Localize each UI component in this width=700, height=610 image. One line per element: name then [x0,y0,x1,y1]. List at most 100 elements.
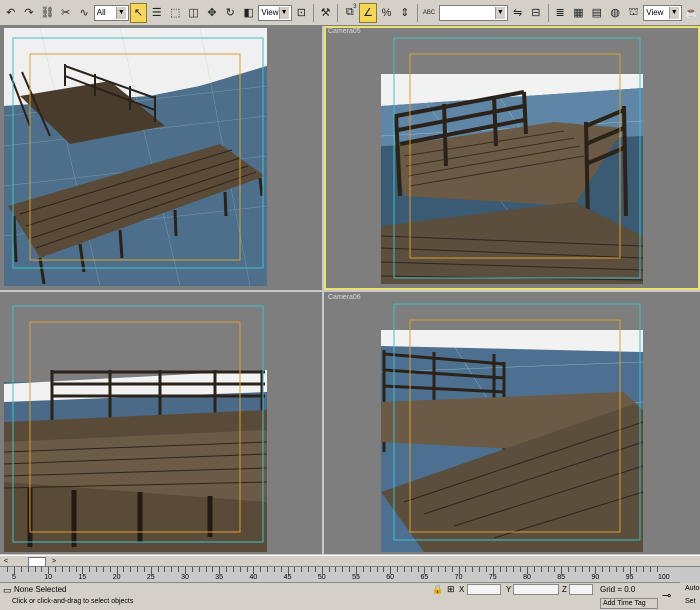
auto-key-button[interactable]: Auto [685,585,699,592]
trackbar-tick-label: 100 [657,574,670,581]
render-scene-icon[interactable]: ⛫ [625,3,642,23]
trackbar-tick [109,567,111,572]
trackbar-tick [82,567,84,574]
chevron-down-icon: ▼ [278,6,289,19]
x-coordinate-field[interactable] [467,584,501,595]
chevron-down-icon: ▼ [115,6,126,19]
trackbar-tick [246,567,248,572]
trackbar-tick [390,567,392,574]
trackbar-tick [397,567,399,572]
angle-snap-icon[interactable]: ∠ [359,2,377,23]
window-crossing-icon[interactable]: ◫ [185,3,202,23]
trackbar-tick [609,567,611,572]
trackbar-tick-label: 45 [283,574,292,581]
trackbar-tick [198,567,200,572]
set-key-icon[interactable]: ⊸ [662,589,671,602]
absolute-mode-icon[interactable]: ⊞ [447,584,455,595]
trackbar-tick [492,567,494,574]
material-editor-icon[interactable]: ◍ [607,3,624,23]
trackbar-tick-label: 20 [112,574,121,581]
viewport-camera06[interactable]: Camera06 [324,292,700,554]
percent-snap-icon[interactable]: % [378,3,395,23]
snap-toggle-icon[interactable]: ⧉ 3 [341,3,358,23]
bind-space-warp-icon[interactable]: ∿ [75,3,92,23]
time-slider-thumb[interactable] [28,557,46,567]
trackbar-tick [465,567,467,572]
set-key-button[interactable]: Set [685,598,696,605]
trackbar-tick [615,567,617,572]
trackbar-tick [171,567,173,572]
pivot-center-icon[interactable]: ⊡ [293,3,310,23]
spinner-snap-icon[interactable]: ⇕ [396,3,413,23]
select-object-icon[interactable]: ↖ [129,2,148,23]
viewport-label: Camera05 [328,28,361,35]
redo-icon[interactable]: ↷ [20,3,37,23]
trackbar-tick [349,567,351,572]
unlink-icon[interactable]: ✂ [57,3,74,23]
trackbar-tick [568,567,570,572]
schematic-view-icon[interactable]: ▤ [588,3,605,23]
mirror-icon[interactable]: ⇋ [509,3,526,23]
trackbar-tick [232,567,234,572]
trackbar-tick [75,567,77,572]
scale-icon[interactable]: ◧ [240,3,257,23]
trackbar-tick [294,567,296,572]
viewport-render-top-left [3,27,322,290]
trackbar-tick [191,567,193,572]
lock-icon[interactable]: 🔒 [432,584,443,595]
trackbar-tick [335,567,337,572]
layer-manager-icon[interactable]: ≣ [551,3,568,23]
select-by-name-icon[interactable]: ☰ [148,3,165,23]
select-and-manipulate-icon[interactable]: ⚒ [317,3,334,23]
time-slider[interactable]: < > [0,555,700,567]
trackbar[interactable]: 5 10 15 20 25 30 35 40 45 50 55 60 65 70 75 80 85 90 95 100 [0,567,680,583]
trackbar-tick [143,567,145,572]
trackbar-tick [554,567,556,572]
viewport-render-camera05 [380,37,644,285]
trackbar-tick [540,567,542,572]
reference-coordinate-dropdown[interactable]: View ▼ [258,4,292,21]
trackbar-tick-label: 75 [488,574,497,581]
rectangular-selection-icon[interactable]: ⬚ [167,3,184,23]
trackbar-tick [369,567,371,572]
trackbar-tick [520,567,522,572]
trackbar-tick [561,567,563,574]
time-slider-prev[interactable]: < [0,556,12,566]
trackbar-tick [212,567,214,572]
trackbar-tick [96,567,98,572]
trackbar-tick-label: 60 [386,574,395,581]
align-icon[interactable]: ⊟ [527,3,544,23]
trackbar-tick [444,567,446,572]
trackbar-tick [205,567,207,572]
trackbar-tick [14,567,15,574]
undo-icon[interactable]: ↶ [2,3,19,23]
viewport-camera05[interactable]: Camera05 [324,26,700,290]
trackbar-tick [376,567,378,572]
named-selection-sets-dropdown[interactable]: ▼ [438,4,508,21]
viewport-top-left[interactable] [0,26,322,290]
rotate-icon[interactable]: ↻ [222,3,239,23]
trackbar-tick-label: 35 [215,574,224,581]
trackbar-tick [595,567,597,574]
viewport-render-bottom-left [3,292,322,554]
link-icon[interactable]: ⛓ [39,3,56,23]
edit-named-selections-icon[interactable]: ABC [420,3,437,23]
y-coordinate-field[interactable] [513,584,559,595]
maxscript-listener-icon[interactable]: ▭ [3,585,12,596]
z-coordinate-field[interactable] [569,584,593,595]
quick-render-icon[interactable]: ☕ [683,3,700,23]
trackbar-tick [506,567,508,572]
trackbar-tick [34,567,36,572]
time-slider-next[interactable]: > [48,556,60,566]
trackbar-tick [588,567,590,572]
trackbar-tick-label: 70 [454,574,463,581]
viewport-bottom-left[interactable] [0,292,322,554]
move-icon[interactable]: ✥ [203,3,220,23]
render-type-dropdown[interactable]: View ▼ [643,4,682,21]
trackbar-tick [164,567,166,572]
selection-filter-dropdown[interactable]: All ▼ [93,4,129,21]
trackbar-tick [629,567,631,574]
add-time-tag-button[interactable]: Add Time Tag [600,598,658,609]
trackbar-tick-label: 65 [420,574,429,581]
curve-editor-icon[interactable]: ▦ [570,3,587,23]
